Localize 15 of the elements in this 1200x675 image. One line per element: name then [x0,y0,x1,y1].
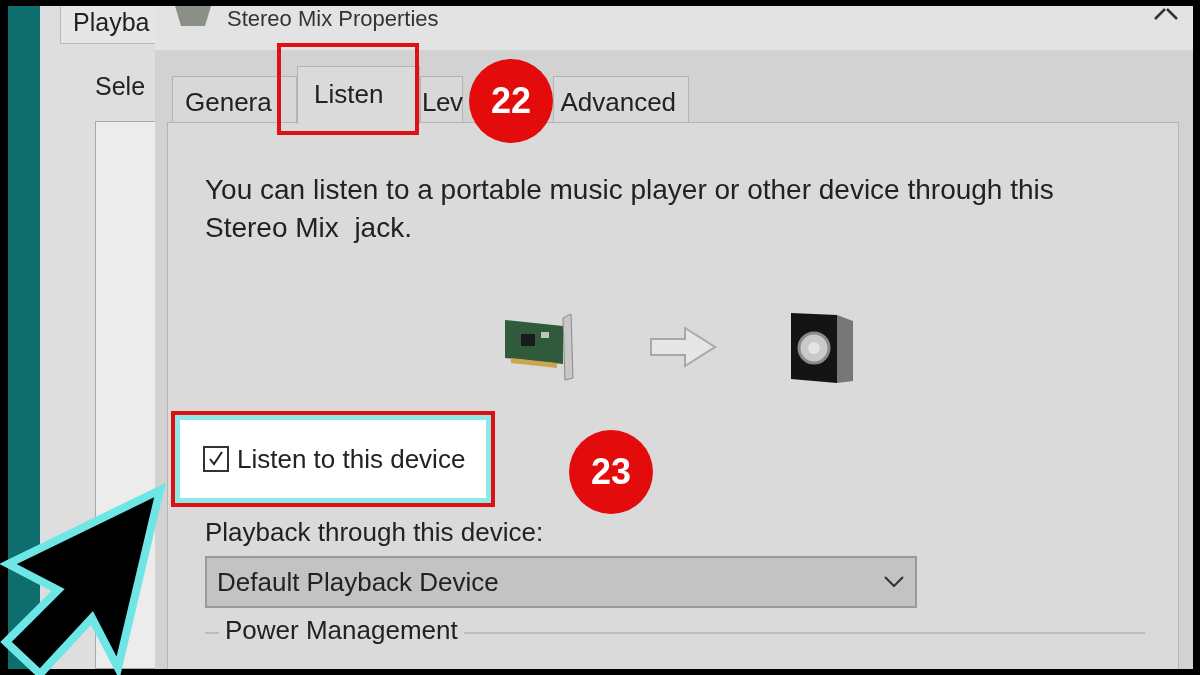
chevron-down-icon [883,575,905,589]
window-label: Sele [95,72,146,101]
window-title: Stereo Mix Properties [227,6,439,32]
tab[interactable]: Lev [420,76,464,122]
description-text: You can listen to a portable music player or other device through this Stereo Mix jack. [205,173,1055,245]
step-badge: 22 [469,59,553,143]
window-tab[interactable]: Playba [60,6,157,44]
field-label: Playback through this device: [205,517,544,548]
playback-dropdown[interactable]: Default Playback Device [205,556,917,608]
tab[interactable]: Genera [172,76,297,122]
tab[interactable]: Listen [297,66,420,124]
tab[interactable]: Advanced [553,76,690,122]
checkbox[interactable] [203,446,229,472]
listen-checkbox[interactable]: Listen to this device [203,443,466,475]
arrow-right-icon [649,325,719,369]
